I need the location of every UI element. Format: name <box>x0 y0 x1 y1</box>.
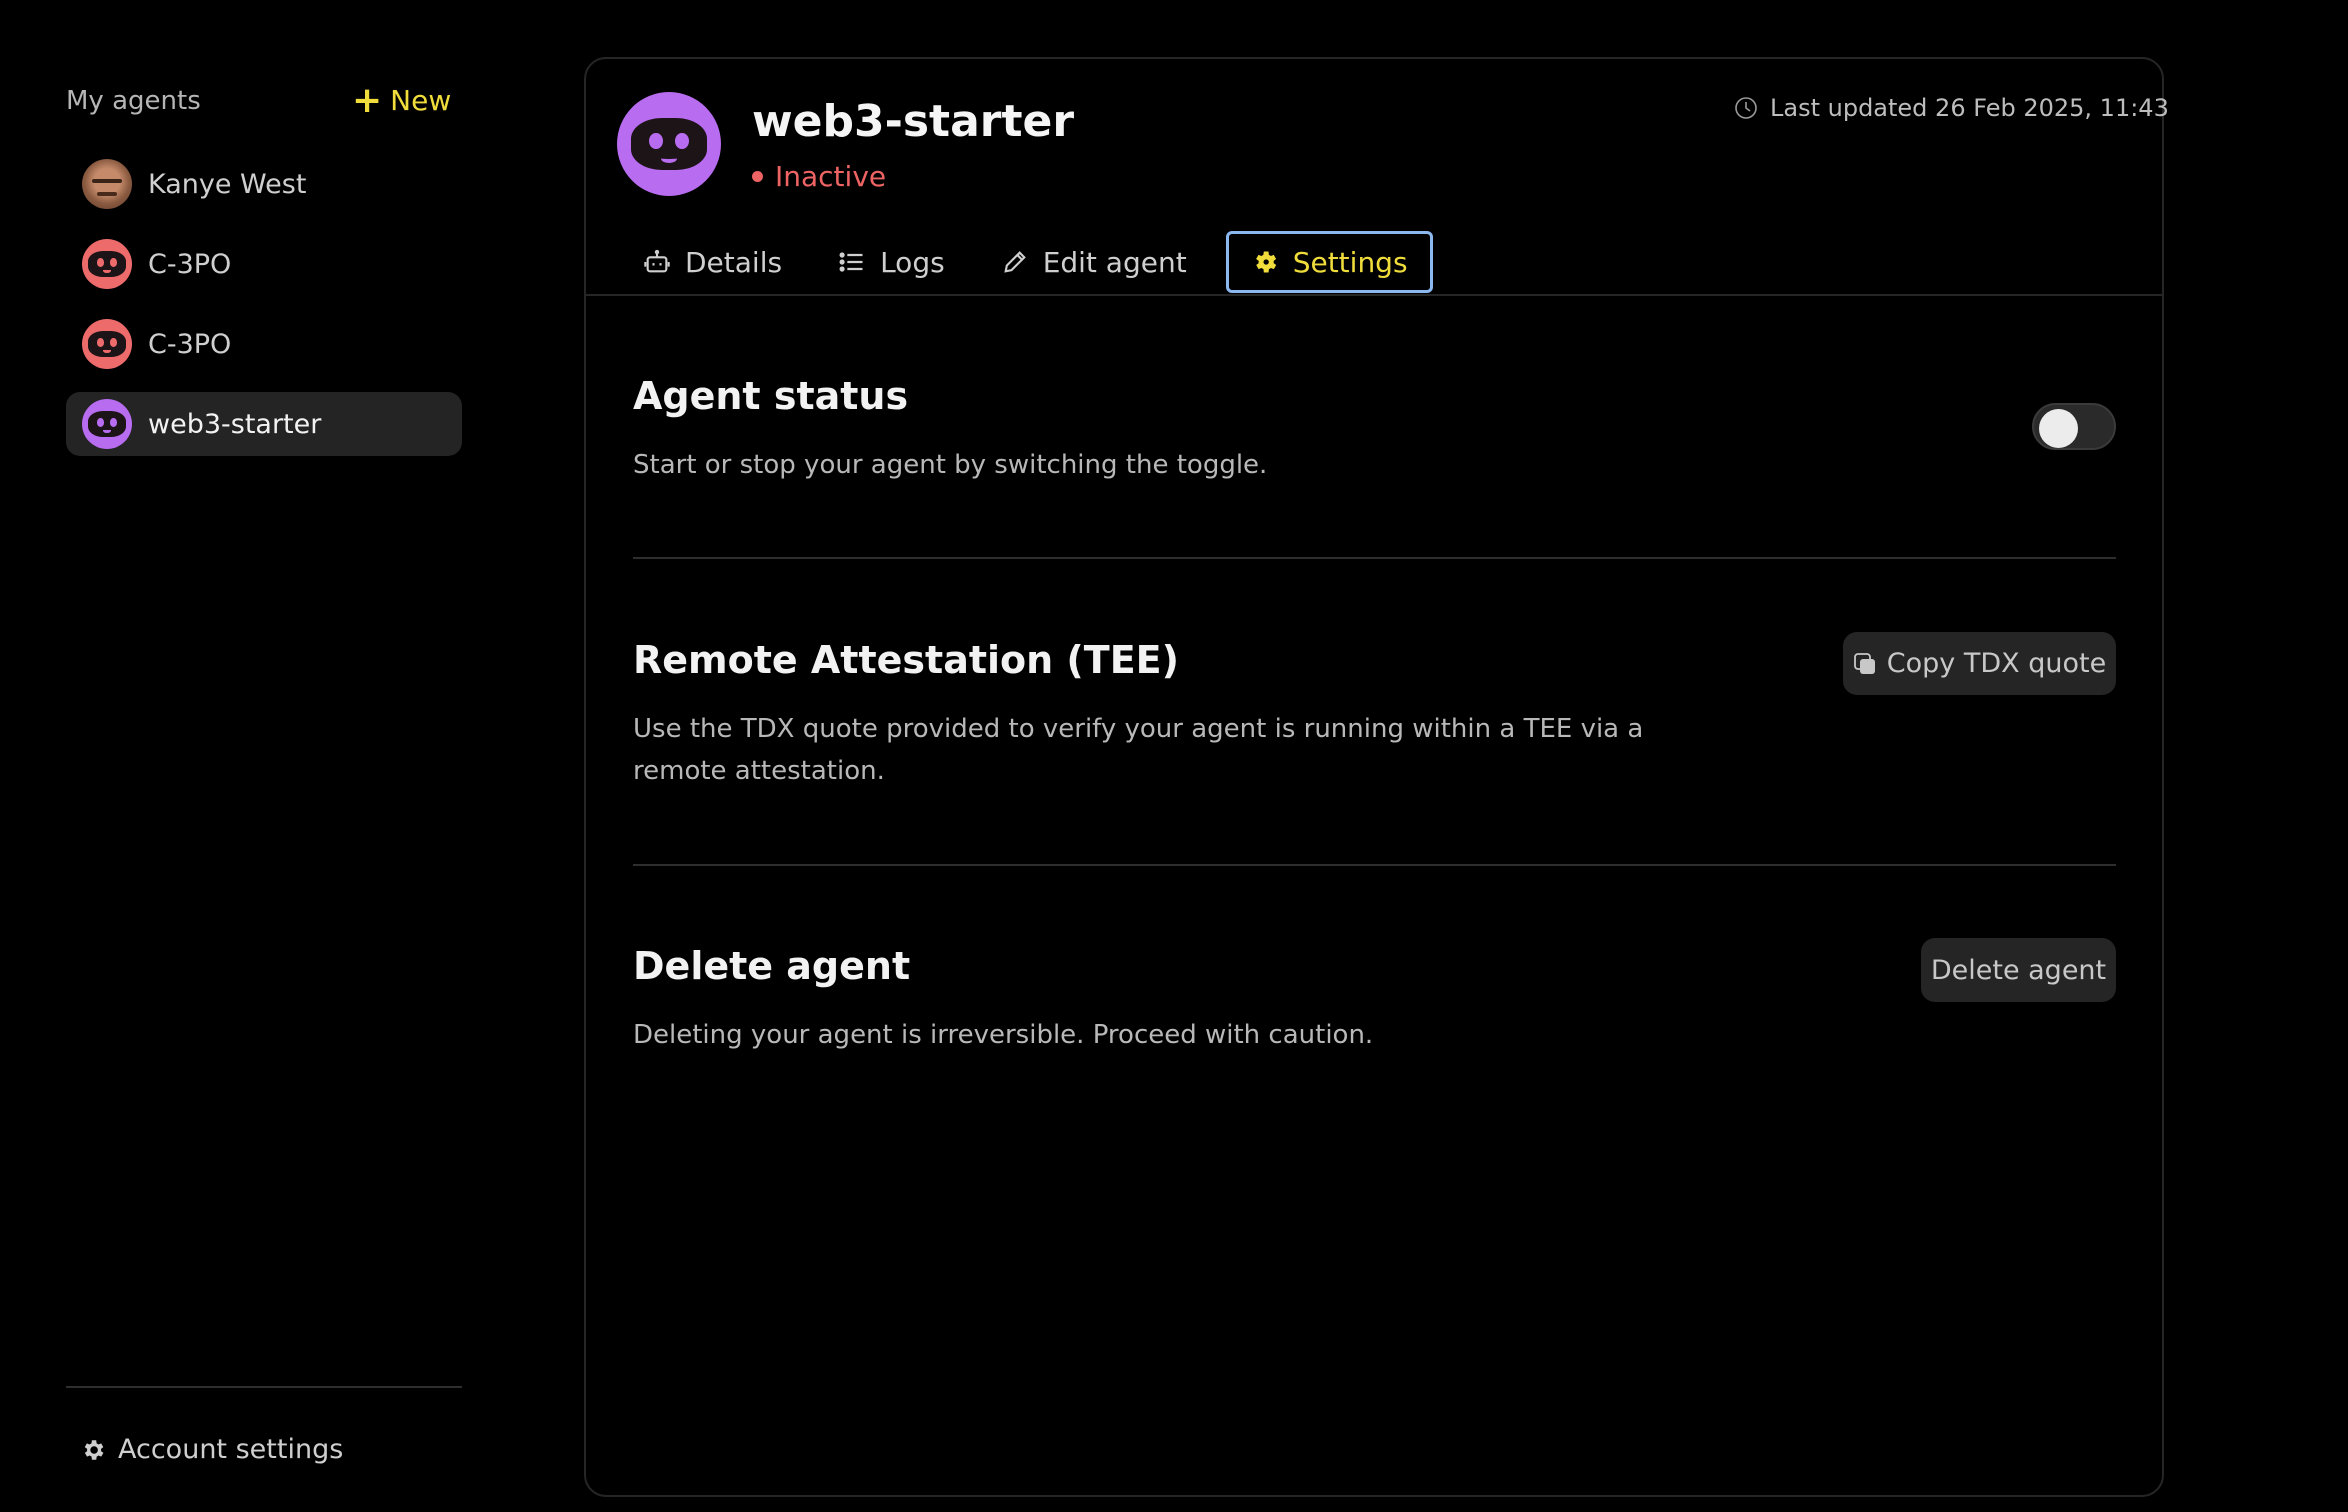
tab-logs[interactable]: Logs <box>821 231 962 293</box>
agent-avatar <box>617 92 721 196</box>
sidebar-divider <box>66 1386 462 1388</box>
agent-status-title: Agent status <box>633 374 909 418</box>
new-agent-label: New <box>390 84 452 117</box>
sidebar-item-kanye-west[interactable]: Kanye West <box>66 152 462 216</box>
copy-icon <box>1853 652 1875 674</box>
agent-status-desc: Start or stop your agent by switching th… <box>633 450 1268 480</box>
copy-tdx-quote-label: Copy TDX quote <box>1886 648 2107 679</box>
tab-divider <box>586 294 2162 296</box>
status-dot <box>752 171 763 182</box>
sidebar-item-web3-starter[interactable]: web3-starter <box>66 392 462 456</box>
sidebar-item-label: web3-starter <box>148 408 322 440</box>
sidebar-item-c-3po[interactable]: C-3PO <box>66 232 462 296</box>
last-updated-label: Last updated 26 Feb 2025, 11:43 <box>1770 94 2169 122</box>
robot-avatar-icon <box>82 399 132 449</box>
attestation-title: Remote Attestation (TEE) <box>633 638 1179 682</box>
status-badge: Inactive <box>752 160 886 193</box>
pencil-icon <box>1004 251 1026 273</box>
account-settings-link[interactable]: Account settings <box>80 1434 343 1465</box>
delete-agent-button[interactable]: Delete agent <box>1921 938 2116 1002</box>
robot-avatar-icon <box>82 319 132 369</box>
account-settings-label: Account settings <box>118 1434 344 1465</box>
sidebar-item-c-3po[interactable]: C-3PO <box>66 312 462 376</box>
robot-icon <box>644 249 670 273</box>
last-updated: Last updated 26 Feb 2025, 11:43 <box>1734 94 2169 122</box>
clock-icon <box>1735 97 1757 119</box>
agent-name: web3-starter <box>752 96 1075 147</box>
attestation-desc: Use the TDX quote provided to verify you… <box>633 714 1644 786</box>
tab-settings[interactable]: Settings <box>1225 231 1433 293</box>
sidebar-item-label: Kanye West <box>148 168 307 200</box>
tab-label: Edit agent <box>1042 245 1187 279</box>
list-icon <box>839 252 863 272</box>
sidebar-item-label: C-3PO <box>148 248 232 280</box>
section-divider <box>633 557 2116 559</box>
tab-details[interactable]: Details <box>626 231 799 293</box>
gear-icon <box>1255 251 1276 273</box>
delete-agent-desc: Deleting your agent is irreversible. Pro… <box>633 1020 1374 1050</box>
delete-agent-title: Delete agent <box>633 944 911 988</box>
tab-label: Logs <box>880 245 945 279</box>
status-label: Inactive <box>775 160 887 193</box>
delete-agent-label: Delete agent <box>1930 954 2107 986</box>
tab-edit-agent[interactable]: Edit agent <box>984 231 1204 293</box>
new-agent-button[interactable]: + New <box>352 79 452 121</box>
tab-bar: Details Logs Edit agent Settings <box>626 230 1455 294</box>
section-divider <box>633 864 2116 866</box>
toggle-knob <box>2039 409 2078 448</box>
plus-icon: + <box>352 79 383 121</box>
copy-tdx-quote-button[interactable]: Copy TDX quote <box>1843 632 2116 695</box>
avatar <box>82 159 132 209</box>
robot-avatar-icon <box>82 239 132 289</box>
agent-status-toggle[interactable] <box>2032 403 2116 450</box>
gear-icon <box>84 1439 104 1460</box>
sidebar-item-label: C-3PO <box>148 328 232 360</box>
tab-label: Settings <box>1292 245 1408 279</box>
sidebar-title: My agents <box>66 86 201 116</box>
tab-label: Details <box>685 245 783 279</box>
